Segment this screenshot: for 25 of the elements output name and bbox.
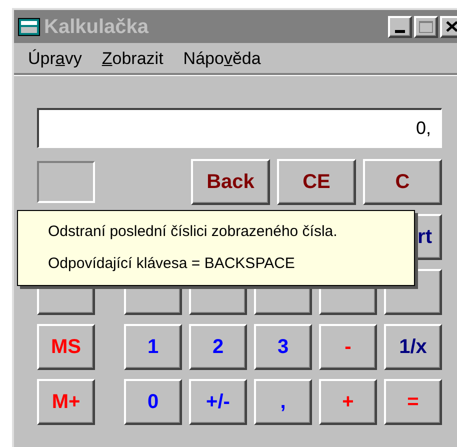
maximize-icon xyxy=(419,20,433,32)
minimize-button[interactable] xyxy=(388,16,412,38)
window-title: Kalkulačka xyxy=(44,16,149,36)
menu-item[interactable]: Nápověda xyxy=(183,50,261,66)
calculator-key[interactable]: , xyxy=(254,379,312,425)
maximize-button[interactable] xyxy=(414,16,438,38)
calculator-key[interactable]: Back xyxy=(191,159,270,205)
display-field: 0, xyxy=(37,108,442,148)
calculator-key[interactable]: 3 xyxy=(254,324,312,370)
menu-item[interactable]: Úpravy xyxy=(28,50,82,66)
calculator-key[interactable]: +/- xyxy=(189,379,247,425)
calculator-key[interactable]: 0 xyxy=(124,379,182,425)
minimize-icon xyxy=(395,30,405,32)
calculator-key[interactable]: 1 xyxy=(124,324,182,370)
menu-item[interactable]: Zobrazit xyxy=(102,50,164,66)
calculator-key[interactable]: CE xyxy=(277,159,356,205)
memory-indicator xyxy=(37,161,95,203)
tooltip-text: Odstraní poslední číslici zobrazeného čísla. xyxy=(48,222,338,242)
close-icon xyxy=(446,21,457,32)
tooltip-text: Odpovídající klávesa = BACKSPACE xyxy=(48,254,296,274)
close-button[interactable] xyxy=(440,16,457,38)
calculator-icon xyxy=(18,18,40,36)
calculator-key[interactable]: 1/x xyxy=(384,324,442,370)
calculator-key[interactable]: 2 xyxy=(189,324,247,370)
calculator-key[interactable]: C xyxy=(363,159,442,205)
